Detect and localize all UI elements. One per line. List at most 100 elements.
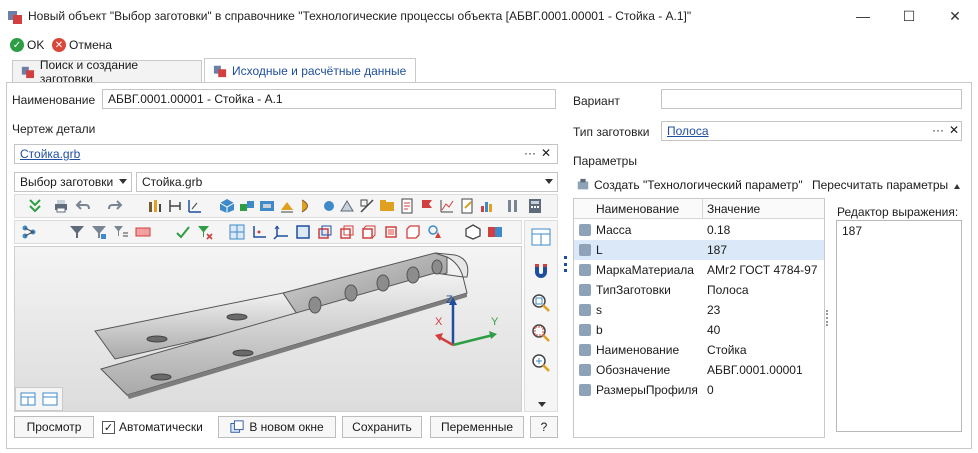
table-row[interactable]: b 40 (574, 320, 824, 340)
drawing-field[interactable]: Стойка.grb (14, 144, 558, 164)
splitter-handle[interactable] (564, 256, 567, 272)
drawing-file-link[interactable]: Стойка.grb (20, 147, 80, 161)
layers-icon[interactable] (279, 198, 295, 214)
column-value-header[interactable]: Значение (707, 202, 760, 216)
view-bottom-icon[interactable] (383, 224, 399, 240)
double-chevron-down-icon[interactable] (27, 198, 43, 214)
blank-type-link[interactable]: Полоса (667, 124, 709, 138)
table-row[interactable]: РазмерыПрофиля 0 (574, 380, 824, 400)
blank-selector-combo[interactable]: Выбор заготовки (14, 172, 132, 192)
zoom-dynamic-icon[interactable] (531, 353, 551, 373)
view-front-icon[interactable] (295, 224, 311, 240)
single-view-icon[interactable] (42, 391, 58, 407)
collapse-icon[interactable] (954, 184, 960, 189)
zoom-window-icon[interactable] (531, 323, 551, 343)
preview-button[interactable]: Просмотр (14, 416, 94, 438)
help-button[interactable]: ? (530, 416, 558, 438)
tab-source-data[interactable]: Исходные и расчётные данные (204, 58, 416, 82)
column-name-header[interactable]: Наименование (596, 202, 679, 216)
name-field[interactable]: АБВГ.0001.00001 - Стойка - А.1 (102, 89, 556, 109)
variables-button[interactable]: Переменные (430, 416, 524, 438)
filter-settings-icon[interactable] (91, 224, 107, 240)
splitter-handle[interactable] (826, 310, 829, 326)
param-value[interactable]: 40 (707, 323, 720, 337)
rulers-icon[interactable] (505, 198, 521, 214)
table-row[interactable]: МаркаМатериала АМг2 ГОСТ 4784-97 (574, 260, 824, 280)
filter-icon[interactable] (69, 224, 85, 240)
auto-checkbox[interactable]: ✓ Автоматически (102, 416, 203, 438)
param-value[interactable]: АМг2 ГОСТ 4784-97 (707, 263, 818, 277)
param-value[interactable]: 187 (707, 243, 727, 257)
3d-viewport[interactable]: Z Y X (14, 246, 522, 412)
clear-icon[interactable]: ✕ (541, 146, 551, 160)
chart-icon[interactable] (439, 198, 455, 214)
grid-view-icon[interactable] (229, 224, 245, 240)
minimize-button[interactable]: — (840, 0, 886, 32)
calculator-icon[interactable] (527, 198, 543, 214)
table-row[interactable]: L 187 (574, 240, 824, 260)
material-icon[interactable] (299, 198, 315, 214)
zoom-fit-icon[interactable] (531, 293, 551, 313)
table-row[interactable]: s 23 (574, 300, 824, 320)
param-value[interactable]: 0.18 (707, 223, 730, 237)
param-value[interactable]: 0 (707, 383, 714, 397)
variant-field[interactable] (661, 89, 962, 109)
file-combo[interactable]: Стойка.grb (136, 172, 558, 192)
checkbox-icon[interactable]: ✓ (102, 420, 115, 434)
view-top-icon[interactable] (361, 224, 377, 240)
cancel-button[interactable]: ✕ Отмена (52, 36, 112, 54)
render-mode-icon[interactable] (487, 224, 503, 240)
bar-chart-icon[interactable] (479, 198, 495, 214)
split-view-icon[interactable] (20, 391, 36, 407)
filter-list-icon[interactable] (113, 224, 129, 240)
assembly-icon[interactable] (259, 198, 275, 214)
cube-group-icon[interactable] (239, 198, 255, 214)
axes-3d-icon[interactable] (273, 224, 289, 240)
table-row[interactable]: Наименование Стойка (574, 340, 824, 360)
more-icon[interactable]: ··· (932, 123, 944, 137)
document-edit-icon[interactable] (459, 198, 475, 214)
print-icon[interactable] (53, 198, 69, 214)
chevron-down-icon[interactable] (537, 401, 547, 409)
cube-icon[interactable] (219, 198, 235, 214)
filter-apply-icon[interactable] (175, 224, 191, 240)
axes-2d-icon[interactable] (251, 224, 267, 240)
param-value[interactable]: Полоса (707, 283, 749, 297)
view-iso-icon[interactable] (317, 224, 333, 240)
document-icon[interactable] (399, 198, 415, 214)
magnet-icon[interactable] (531, 261, 551, 281)
flag-icon[interactable] (419, 198, 435, 214)
expression-editor[interactable]: 187 (836, 220, 962, 432)
close-button[interactable]: ✕ (932, 0, 978, 32)
bracket-icon[interactable] (167, 198, 183, 214)
ok-button[interactable]: ✓ OK (10, 36, 44, 54)
recalc-button[interactable]: Пересчитать параметры (812, 178, 948, 192)
section-view-icon[interactable] (427, 224, 443, 240)
sphere-icon[interactable] (321, 198, 337, 214)
sketch-icon[interactable] (359, 198, 375, 214)
selection-box-icon[interactable] (135, 224, 151, 240)
undo-icon[interactable] (75, 198, 91, 214)
table-row[interactable]: Масса 0.18 (574, 220, 824, 240)
part-model[interactable]: Z Y X (15, 247, 522, 412)
tree-icon[interactable] (21, 224, 37, 240)
folder-icon[interactable] (379, 198, 395, 214)
dimensions-icon[interactable] (147, 198, 163, 214)
maximize-button[interactable]: ☐ (886, 0, 932, 32)
more-icon[interactable]: ··· (524, 146, 536, 160)
blank-type-field[interactable]: Полоса (661, 121, 962, 141)
save-button[interactable]: Сохранить (342, 416, 422, 438)
table-row[interactable]: Обозначение АБВГ.0001.00001 (574, 360, 824, 380)
param-value[interactable]: АБВГ.0001.00001 (707, 363, 803, 377)
new-window-button[interactable]: В новом окне (218, 416, 336, 438)
clear-icon[interactable]: ✕ (949, 123, 959, 137)
layout-icon[interactable] (531, 227, 551, 247)
surface-icon[interactable] (339, 198, 355, 214)
table-row[interactable]: ТипЗаготовки Полоса (574, 280, 824, 300)
view-side-icon[interactable] (339, 224, 355, 240)
redo-icon[interactable] (107, 198, 123, 214)
filter-clear-icon[interactable] (197, 224, 213, 240)
param-value[interactable]: Стойка (707, 343, 747, 357)
axis-icon[interactable] (187, 198, 203, 214)
tab-search-create[interactable]: Поиск и создание заготовки (12, 58, 202, 86)
